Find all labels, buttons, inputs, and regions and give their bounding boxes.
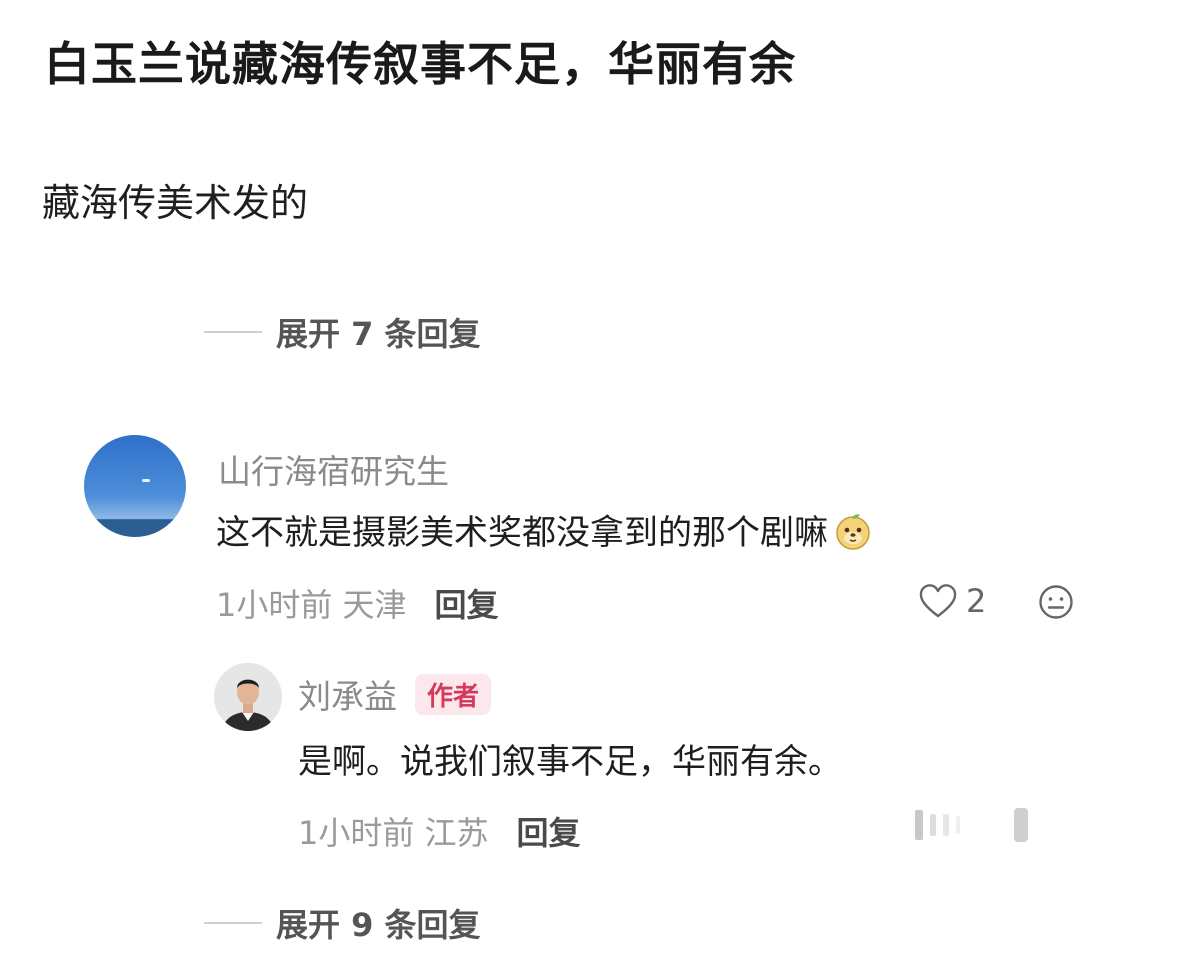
like-count: 2	[966, 582, 987, 620]
reply-time-location: 1小时前 江苏	[298, 814, 489, 852]
reply-header: 刘承益 作者	[298, 670, 492, 718]
divider-line	[204, 331, 262, 333]
doge-emoji-icon	[832, 509, 874, 551]
heart-icon	[918, 583, 958, 619]
avatar[interactable]	[84, 435, 186, 537]
comment-reply-button[interactable]: 回复	[435, 580, 499, 626]
avatar[interactable]	[214, 663, 282, 731]
divider-line	[204, 922, 262, 924]
expand-replies-top-button[interactable]: 展开 7 条回复	[204, 309, 481, 355]
comment-meta: 1小时前 天津 回复	[216, 580, 499, 626]
post-title: 白玉兰说藏海传叙事不足，华丽有余	[44, 37, 796, 91]
expand-replies-bottom-button[interactable]: 展开 9 条回复	[204, 900, 481, 946]
like-button[interactable]: 2	[918, 582, 986, 620]
reply-username[interactable]: 刘承益	[298, 670, 397, 718]
comment-time-location: 1小时前 天津	[216, 586, 407, 624]
reply-meta: 1小时前 江苏 回复	[298, 808, 581, 854]
comment-text: 这不就是摄影美术奖都没拿到的那个剧嘛	[216, 513, 828, 553]
neutral-face-icon	[1038, 584, 1074, 620]
expand-replies-bottom-label: 展开 9 条回复	[276, 906, 481, 944]
reply-reply-button[interactable]: 回复	[517, 808, 581, 854]
author-badge: 作者	[415, 673, 492, 715]
watermark-bars	[915, 808, 1035, 842]
comment-username[interactable]: 山行海宿研究生	[218, 445, 449, 493]
reply-text: 是啊。说我们叙事不足，华丽有余。	[298, 742, 842, 782]
post-text: 藏海传美术发的	[42, 181, 309, 225]
expand-replies-top-label: 展开 7 条回复	[276, 315, 481, 353]
avatar-plane-dot	[142, 479, 150, 482]
dislike-button[interactable]	[1038, 584, 1074, 624]
comment-body: 这不就是摄影美术奖都没拿到的那个剧嘛	[216, 505, 874, 554]
